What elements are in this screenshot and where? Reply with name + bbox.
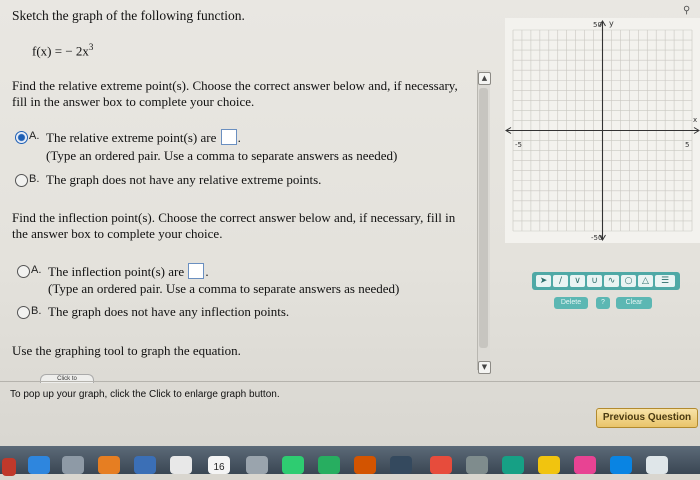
inflection-option-b-letter: B. — [31, 305, 42, 317]
app-dock-icon[interactable] — [646, 456, 668, 474]
app-dock-icon[interactable] — [62, 456, 84, 474]
app-dock-icon[interactable] — [2, 458, 16, 476]
inflection-prompt-line2: the answer box to complete your choice. — [12, 226, 223, 241]
app-dock-icon[interactable] — [282, 456, 304, 474]
app-dock-icon[interactable] — [354, 456, 376, 474]
menu-tool-icon[interactable]: ☰ — [655, 275, 675, 287]
line-tool-icon[interactable]: ∕ — [553, 275, 568, 287]
divider — [0, 381, 700, 382]
function-lhs: f(x) = − 2x — [32, 43, 89, 59]
shape-tool-icon[interactable]: △ — [638, 275, 653, 287]
info-button[interactable]: ? — [596, 297, 610, 309]
app-dock-icon[interactable] — [538, 456, 560, 474]
graph-area[interactable]: y x 50 -50 -5 5 — [505, 18, 700, 243]
app-dock-icon[interactable] — [430, 456, 452, 474]
inflection-option-b-text[interactable]: The graph does not have any inflection p… — [48, 304, 289, 320]
search-icon[interactable]: ⚲ — [683, 5, 690, 16]
extreme-option-a-text: The relative extreme point(s) are . — [46, 129, 241, 146]
extreme-option-b-text[interactable]: The graph does not have any relative ext… — [46, 172, 321, 188]
vertex-tool-icon[interactable]: ∨ — [570, 275, 585, 287]
inflection-option-a-label: The inflection point(s) are — [48, 264, 185, 279]
y-min-label: -50 — [591, 234, 602, 242]
app-dock-icon[interactable] — [134, 456, 156, 474]
y-max-label: 50 — [593, 21, 602, 29]
scroll-up-arrow-icon[interactable]: ▲ — [478, 72, 491, 85]
inflection-option-b-radio[interactable] — [17, 306, 30, 319]
finder-dock-icon[interactable] — [28, 456, 50, 474]
x-min-label: -5 — [515, 141, 522, 149]
inflection-prompt-line1: Find the inflection point(s). Choose the… — [12, 210, 456, 225]
app-dock-icon[interactable] — [246, 456, 268, 474]
extreme-option-a-suffix: . — [237, 130, 241, 145]
pointer-tool-icon[interactable]: ➤ — [536, 275, 551, 287]
app-dock-icon[interactable] — [610, 456, 632, 474]
extreme-prompt-line1: Find the relative extreme point(s). Choo… — [12, 78, 458, 93]
extreme-option-a-letter: A. — [29, 130, 40, 142]
app-dock-icon[interactable] — [390, 456, 412, 474]
app-dock-icon[interactable] — [98, 456, 120, 474]
screen: Sketch the graph of the following functi… — [0, 0, 700, 476]
graph-grid[interactable]: y x 50 -50 -5 5 — [505, 18, 700, 243]
circle-tool-icon[interactable]: ○ — [621, 275, 636, 287]
question-panel: Sketch the graph of the following functi… — [0, 0, 492, 378]
scroll-down-arrow-icon[interactable]: ▼ — [478, 361, 491, 374]
graphing-instruction: Use the graphing tool to graph the equat… — [12, 343, 241, 358]
extreme-option-b-radio[interactable] — [15, 174, 28, 187]
function-expression: f(x) = − 2x3 — [32, 42, 93, 59]
extreme-option-a-hint: (Type an ordered pair. Use a comma to se… — [46, 148, 398, 163]
app-dock-icon[interactable] — [318, 456, 340, 474]
parabola-tool-icon[interactable]: ∪ — [587, 275, 602, 287]
inflection-option-a-text: The inflection point(s) are . — [48, 263, 209, 280]
x-axis-label: x — [693, 116, 697, 124]
extreme-option-b-letter: B. — [29, 173, 40, 185]
app-dock-icon[interactable] — [574, 456, 596, 474]
inflection-option-a-suffix: . — [205, 264, 209, 279]
extreme-answer-box[interactable] — [220, 129, 237, 145]
extreme-prompt-line2: fill in the answer box to complete your … — [12, 94, 255, 109]
inflection-answer-box[interactable] — [188, 263, 205, 279]
calendar-dock-icon[interactable]: 16 — [208, 456, 230, 474]
scrollbar-thumb[interactable] — [479, 88, 488, 348]
inflection-option-a-radio[interactable] — [17, 265, 30, 278]
extreme-option-a-label: The relative extreme point(s) are — [46, 130, 217, 145]
function-exponent: 3 — [88, 42, 94, 52]
inflection-option-a-hint: (Type an ordered pair. Use a comma to se… — [48, 281, 400, 296]
y-axis-label: y — [609, 19, 614, 28]
x-max-label: 5 — [685, 141, 689, 149]
app-dock-icon[interactable] — [170, 456, 192, 474]
extreme-option-a-radio[interactable] — [15, 131, 28, 144]
delete-button[interactable]: Delete — [554, 297, 588, 309]
app-dock-icon[interactable] — [466, 456, 488, 474]
popup-note: To pop up your graph, click the Click to… — [10, 389, 280, 400]
question-title: Sketch the graph of the following functi… — [12, 8, 245, 23]
previous-question-button[interactable]: Previous Question — [596, 408, 698, 428]
curve-tool-icon[interactable]: ∿ — [604, 275, 619, 287]
clear-button[interactable]: Clear — [616, 297, 652, 309]
graph-toolbar: ➤ ∕ ∨ ∪ ∿ ○ △ ☰ — [532, 272, 680, 290]
inflection-option-a-letter: A. — [31, 264, 42, 276]
app-dock-icon[interactable] — [502, 456, 524, 474]
